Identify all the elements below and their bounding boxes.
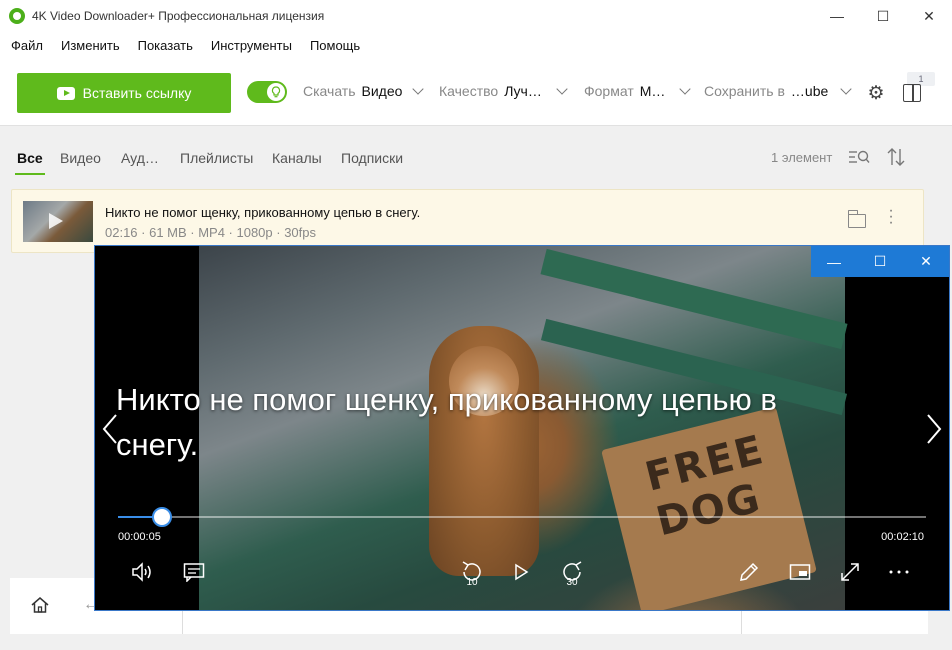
quality-dropdown[interactable]: Качество Луч… bbox=[439, 83, 568, 99]
volume-icon bbox=[132, 562, 151, 582]
home-icon[interactable] bbox=[30, 595, 50, 615]
current-time: 00:00:05 bbox=[118, 531, 161, 543]
picture-in-picture-icon bbox=[789, 564, 811, 580]
volume-button[interactable] bbox=[131, 560, 155, 584]
smart-mode-toggle[interactable] bbox=[247, 81, 287, 103]
minimize-button[interactable]: — bbox=[814, 0, 860, 32]
open-folder-icon[interactable] bbox=[847, 210, 866, 228]
chevron-down-icon bbox=[556, 83, 568, 95]
chevron-down-icon bbox=[679, 83, 692, 95]
download-type-value: Видео bbox=[361, 83, 403, 99]
video-title-overlay: Никто не помог щенку, прикованному цепью… bbox=[116, 382, 777, 462]
tab-playlists[interactable]: Плейлисты bbox=[180, 150, 253, 166]
paste-link-label: Вставить ссылку bbox=[82, 85, 192, 101]
skip-back-seconds: 10 bbox=[466, 577, 478, 588]
mini-player-button[interactable] bbox=[788, 560, 812, 584]
menu-edit[interactable]: Изменить bbox=[52, 32, 129, 60]
filter-tabs: Все Видео Ауд… Плейлисты Каналы Подписки… bbox=[0, 127, 952, 177]
format-value: M… bbox=[639, 83, 666, 99]
play-icon bbox=[515, 563, 529, 581]
edit-button[interactable] bbox=[737, 560, 761, 584]
active-tab-indicator bbox=[15, 173, 45, 175]
app-titlebar: 4K Video Downloader+ Профессиональная ли… bbox=[0, 0, 952, 32]
chevron-down-icon bbox=[412, 83, 425, 95]
youtube-icon bbox=[56, 86, 75, 100]
download-queue-icon[interactable] bbox=[903, 84, 921, 102]
quality-label: Качество bbox=[439, 83, 499, 99]
total-time: 00:02:10 bbox=[881, 531, 924, 543]
next-arrow-icon[interactable] bbox=[925, 411, 943, 447]
video-thumbnail bbox=[23, 201, 93, 242]
more-horizontal-icon bbox=[889, 570, 909, 574]
chevron-down-icon bbox=[840, 83, 852, 95]
settings-gear-icon[interactable]: ⚙ bbox=[866, 84, 886, 104]
close-button[interactable]: ✕ bbox=[906, 0, 952, 32]
format-label: Формат bbox=[584, 83, 634, 99]
maximize-button[interactable]: ☐ bbox=[860, 0, 906, 32]
tab-channels[interactable]: Каналы bbox=[272, 150, 322, 166]
menu-help[interactable]: Помощь bbox=[301, 32, 369, 60]
window-controls: — ☐ ✕ bbox=[814, 0, 952, 32]
subtitles-icon bbox=[183, 563, 205, 582]
pencil-icon bbox=[740, 562, 759, 581]
item-count: 1 элемент bbox=[771, 150, 833, 165]
item-meta: 02:16 · 61 MB · MP4 · 1080p · 30fps bbox=[105, 225, 316, 240]
player-window-controls: — ☐ ✕ bbox=[811, 246, 949, 277]
search-list-icon[interactable] bbox=[848, 148, 870, 166]
item-title: Никто не помог щенку, прикованному цепью… bbox=[105, 205, 421, 220]
save-to-dropdown[interactable]: Сохранить в …ube bbox=[704, 83, 852, 99]
menu-view[interactable]: Показать bbox=[129, 32, 202, 60]
app-title: 4K Video Downloader+ Профессиональная ли… bbox=[32, 9, 325, 23]
download-type-dropdown[interactable]: Скачать Видео bbox=[303, 83, 425, 99]
player-maximize-button[interactable]: ☐ bbox=[857, 246, 903, 277]
play-icon bbox=[49, 213, 63, 229]
skip-back-button[interactable]: 10 bbox=[459, 560, 485, 588]
menu-tools[interactable]: Инструменты bbox=[202, 32, 301, 60]
player-minimize-button[interactable]: — bbox=[811, 246, 857, 277]
tab-video[interactable]: Видео bbox=[60, 150, 101, 166]
toolbar: Вставить ссылку Скачать Видео Качество Л… bbox=[0, 60, 952, 126]
app-logo-icon bbox=[9, 8, 25, 24]
tab-audio[interactable]: Ауд… bbox=[121, 150, 159, 166]
list-item[interactable]: Никто не помог щенку, прикованному цепью… bbox=[11, 189, 924, 253]
subtitles-button[interactable] bbox=[182, 560, 206, 584]
fullscreen-icon bbox=[841, 563, 859, 581]
menu-bar: Файл Изменить Показать Инструменты Помощ… bbox=[0, 32, 952, 60]
seek-bar-handle[interactable] bbox=[152, 507, 173, 527]
video-player-window: FREE DOG — ☐ ✕ Никто не помог щенку, при… bbox=[94, 245, 950, 611]
seek-bar[interactable] bbox=[118, 507, 926, 527]
save-to-label: Сохранить в bbox=[704, 83, 785, 99]
more-options-button[interactable] bbox=[887, 560, 911, 584]
save-to-value: …ube bbox=[790, 83, 829, 99]
lightbulb-icon bbox=[267, 83, 285, 101]
quality-value: Луч… bbox=[504, 83, 542, 99]
tab-subscriptions[interactable]: Подписки bbox=[341, 150, 403, 166]
skip-forward-button[interactable]: 30 bbox=[559, 560, 585, 588]
fullscreen-button[interactable] bbox=[838, 560, 862, 584]
download-type-label: Скачать bbox=[303, 83, 356, 99]
paste-link-button[interactable]: Вставить ссылку bbox=[17, 73, 231, 113]
play-button[interactable] bbox=[511, 560, 531, 584]
skip-forward-seconds: 30 bbox=[566, 577, 578, 588]
player-close-button[interactable]: ✕ bbox=[903, 246, 949, 277]
menu-file[interactable]: Файл bbox=[2, 32, 52, 60]
more-vertical-icon[interactable]: · · · bbox=[886, 203, 896, 231]
format-dropdown[interactable]: Формат M… bbox=[584, 83, 692, 99]
tab-all[interactable]: Все bbox=[17, 150, 43, 166]
sort-icon[interactable] bbox=[887, 147, 905, 167]
